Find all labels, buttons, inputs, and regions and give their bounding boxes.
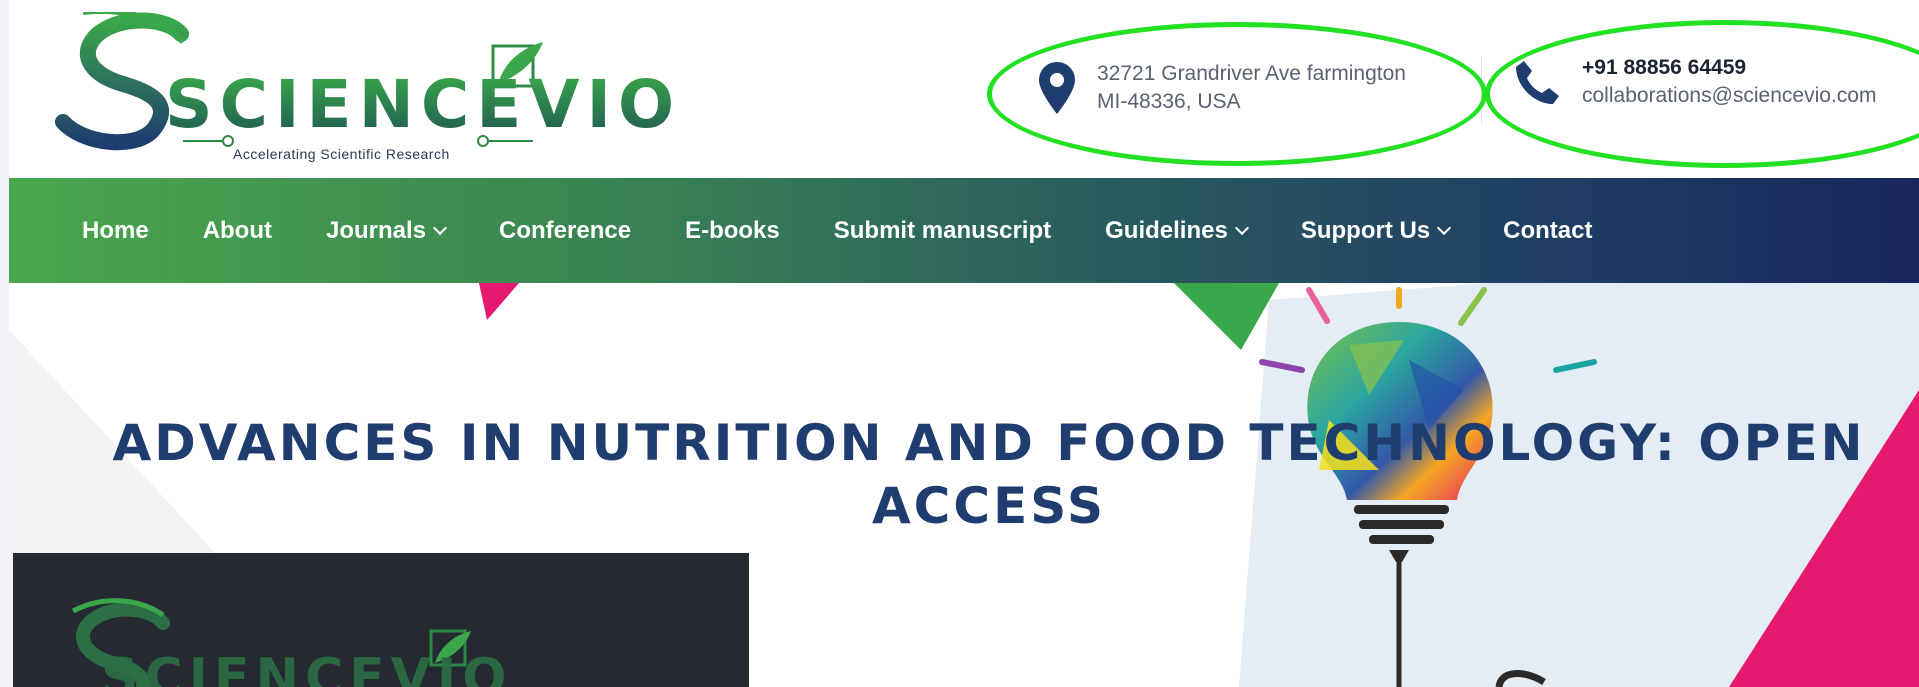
chevron-down-icon (1437, 220, 1452, 235)
email-link[interactable]: collaborations@sciencevio.com (1582, 82, 1876, 110)
nav-journals[interactable]: Journals (326, 217, 448, 245)
sciencevio-logo[interactable]: SCIENCEVIO Accelerating Scientific Resea… (53, 12, 674, 162)
phone-email-block: +91 88856 64459 collaborations@sciencevi… (1514, 54, 1876, 110)
page: SCIENCEVIO Accelerating Scientific Resea… (9, 0, 1919, 687)
address-line-2: MI-48336, USA (1097, 90, 1241, 113)
nav-contact[interactable]: Contact (1503, 217, 1592, 245)
preview-wordmark: SCIENCEVIO (101, 648, 513, 687)
chevron-down-icon (432, 220, 448, 235)
page-title-line-1: ADVANCES IN NUTRITION AND FOOD TECHNOLOG… (112, 414, 1866, 472)
page-title-line-2: ACCESS (871, 477, 1106, 535)
nav-conference[interactable]: Conference (499, 217, 631, 245)
phone-icon (1516, 61, 1559, 104)
nav-guidelines[interactable]: Guidelines (1105, 217, 1249, 245)
journal-cover-preview[interactable]: SCIENCEVIO (13, 553, 749, 687)
chevron-down-icon (1234, 220, 1249, 235)
nav-home[interactable]: Home (82, 217, 149, 245)
address-block: 32721 Grandriver Ave farmington MI-48336… (1039, 60, 1406, 116)
header-divider (1481, 56, 1482, 124)
map-pin-icon (1039, 62, 1075, 114)
logo-tagline: Accelerating Scientific Research (233, 146, 450, 162)
nav-support-us[interactable]: Support Us (1301, 217, 1452, 245)
phone-number[interactable]: +91 88856 64459 (1582, 54, 1876, 82)
nav-about[interactable]: About (203, 217, 272, 245)
address-line-1: 32721 Grandriver Ave farmington (1097, 62, 1406, 85)
site-header: SCIENCEVIO Accelerating Scientific Resea… (9, 0, 1919, 178)
nav-submit-manuscript[interactable]: Submit manuscript (834, 217, 1051, 245)
main-nav: Home About Journals Conference E-books S… (9, 178, 1919, 283)
page-title: ADVANCES IN NUTRITION AND FOOD TECHNOLOG… (69, 412, 1909, 538)
nav-ebooks[interactable]: E-books (685, 217, 780, 245)
logo-wordmark: SCIENCEVIO (165, 66, 682, 143)
